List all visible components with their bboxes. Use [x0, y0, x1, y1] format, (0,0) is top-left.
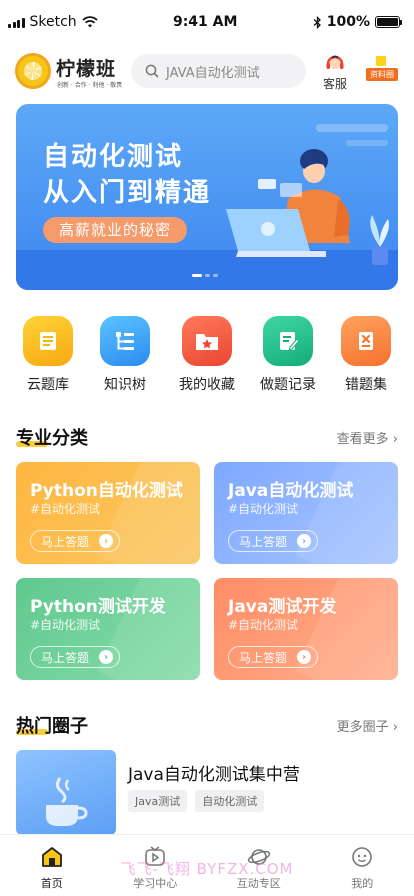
question-bank-icon: [23, 316, 73, 366]
answer-now-button[interactable]: 马上答题 ›: [228, 646, 319, 668]
chevron-right-icon: ›: [388, 432, 398, 447]
lemon-logo-icon: [15, 53, 51, 89]
categories-section-header: 专业分类 查看更多 ›: [16, 424, 398, 452]
banner-title-line2: 从入门到精通: [43, 178, 212, 208]
materials-circle-button[interactable]: 资料圈: [366, 56, 398, 81]
card-subtitle: #自动化测试: [228, 618, 299, 632]
headset-icon: [324, 52, 346, 74]
banner-title-line1: 自动化测试: [43, 142, 184, 172]
clock: 9:41 AM: [172, 14, 238, 30]
circle-tag: Java测试: [128, 790, 188, 812]
wrong-questions-icon: [341, 316, 391, 366]
tab-learning-center[interactable]: 学习中心: [104, 835, 208, 896]
battery-percent: 100%: [326, 14, 370, 30]
shortcut-label: 我的收藏: [179, 377, 235, 393]
card-title: Python测试开发: [30, 597, 166, 617]
status-bar: Sketch 9:41 AM 100%: [0, 0, 414, 44]
person-at-laptop-illustration: [226, 149, 389, 265]
arrow-right-icon: ›: [99, 534, 114, 548]
circle-item[interactable]: Java自动化测试集中营 Java测试 自动化测试: [16, 750, 398, 835]
shortcut-favorites[interactable]: 我的收藏: [172, 316, 242, 394]
arrow-right-icon: ›: [297, 534, 312, 548]
arrow-right-icon: ›: [99, 650, 114, 664]
category-card-java-automation[interactable]: Java自动化测试 #自动化测试 马上答题 ›: [214, 462, 398, 564]
section-title: 专业分类: [16, 428, 88, 449]
logo-subtitle: 创新 · 合作 · 利他 · 敬畏: [57, 82, 123, 89]
answer-now-button[interactable]: 马上答题 ›: [30, 530, 121, 552]
shortcut-question-bank[interactable]: 云题库: [13, 316, 83, 394]
banner-pill: 高薪就业的秘密: [43, 217, 188, 243]
shortcut-label: 知识树: [104, 377, 146, 393]
card-subtitle: #自动化测试: [30, 618, 101, 632]
shortcut-label: 错题集: [345, 377, 387, 393]
planet-icon: [247, 845, 271, 869]
banner-pagination: [192, 274, 218, 277]
carrier-label: Sketch: [29, 14, 77, 30]
favorites-folder-icon: [182, 316, 232, 366]
profile-face-icon: [350, 845, 374, 869]
bottom-tab-bar: 首页 学习中心 互动专区 我的: [0, 834, 414, 896]
circle-name: Java自动化测试集中营: [128, 765, 300, 785]
wifi-icon: [82, 16, 98, 28]
bluetooth-icon: [313, 15, 321, 29]
category-card-python-dev[interactable]: Python测试开发 #自动化测试 马上答题 ›: [16, 578, 200, 680]
customer-service-button[interactable]: 客服: [318, 52, 352, 92]
signal-icon: [8, 17, 25, 28]
search-bar[interactable]: JAVA自动化测试: [131, 54, 306, 88]
category-card-python-automation[interactable]: Python自动化测试 #自动化测试 马上答题 ›: [16, 462, 200, 564]
service-label: 客服: [322, 77, 347, 91]
card-title: Java自动化测试: [228, 481, 354, 501]
shortcut-label: 云题库: [27, 377, 69, 393]
materials-box-icon: [376, 56, 386, 66]
section-title: 热门圈子: [16, 716, 88, 737]
practice-record-icon: [263, 316, 313, 366]
logo-title: 柠檬班: [56, 58, 117, 80]
shortcut-label: 做题记录: [260, 377, 316, 393]
category-card-java-dev[interactable]: Java测试开发 #自动化测试 马上答题 ›: [214, 578, 398, 680]
shortcut-practice-record[interactable]: 做题记录: [253, 316, 323, 394]
chevron-right-icon: ›: [388, 720, 398, 735]
answer-now-button[interactable]: 马上答题 ›: [30, 646, 121, 668]
card-title: Python自动化测试: [30, 481, 183, 501]
home-icon: [40, 845, 64, 869]
see-more-link[interactable]: 查看更多 ›: [337, 428, 398, 447]
arrow-right-icon: ›: [297, 650, 312, 664]
card-subtitle: #自动化测试: [228, 502, 299, 516]
circle-tag: 自动化测试: [195, 790, 265, 812]
search-icon: [145, 64, 159, 78]
hot-circles-section-header: 热门圈子 更多圈子 ›: [16, 712, 398, 740]
materials-label: 资料圈: [366, 68, 398, 81]
shortcut-wrong-questions[interactable]: 错题集: [331, 316, 401, 394]
answer-now-button[interactable]: 马上答题 ›: [228, 530, 319, 552]
shortcut-knowledge-tree[interactable]: 知识树: [90, 316, 160, 394]
promo-banner[interactable]: 自动化测试 从入门到精通 高薪就业的秘密: [16, 104, 398, 290]
java-coffee-thumbnail: [16, 750, 116, 835]
card-title: Java测试开发: [228, 597, 337, 617]
battery-icon: [375, 16, 402, 28]
app-header: 柠檬班 创新 · 合作 · 利他 · 敬畏 JAVA自动化测试 客服 资料圈: [0, 50, 414, 94]
tab-my-profile[interactable]: 我的: [311, 835, 414, 896]
more-circles-link[interactable]: 更多圈子 ›: [337, 716, 398, 735]
tab-interaction-zone[interactable]: 互动专区: [207, 835, 311, 896]
tab-home[interactable]: 首页: [0, 835, 104, 896]
video-play-icon: [143, 845, 167, 869]
knowledge-tree-icon: [100, 316, 150, 366]
card-subtitle: #自动化测试: [30, 502, 101, 516]
search-placeholder: JAVA自动化测试: [166, 65, 260, 81]
shortcut-grid: 云题库 知识树 我的收藏 做题记录 错题集: [0, 316, 414, 396]
